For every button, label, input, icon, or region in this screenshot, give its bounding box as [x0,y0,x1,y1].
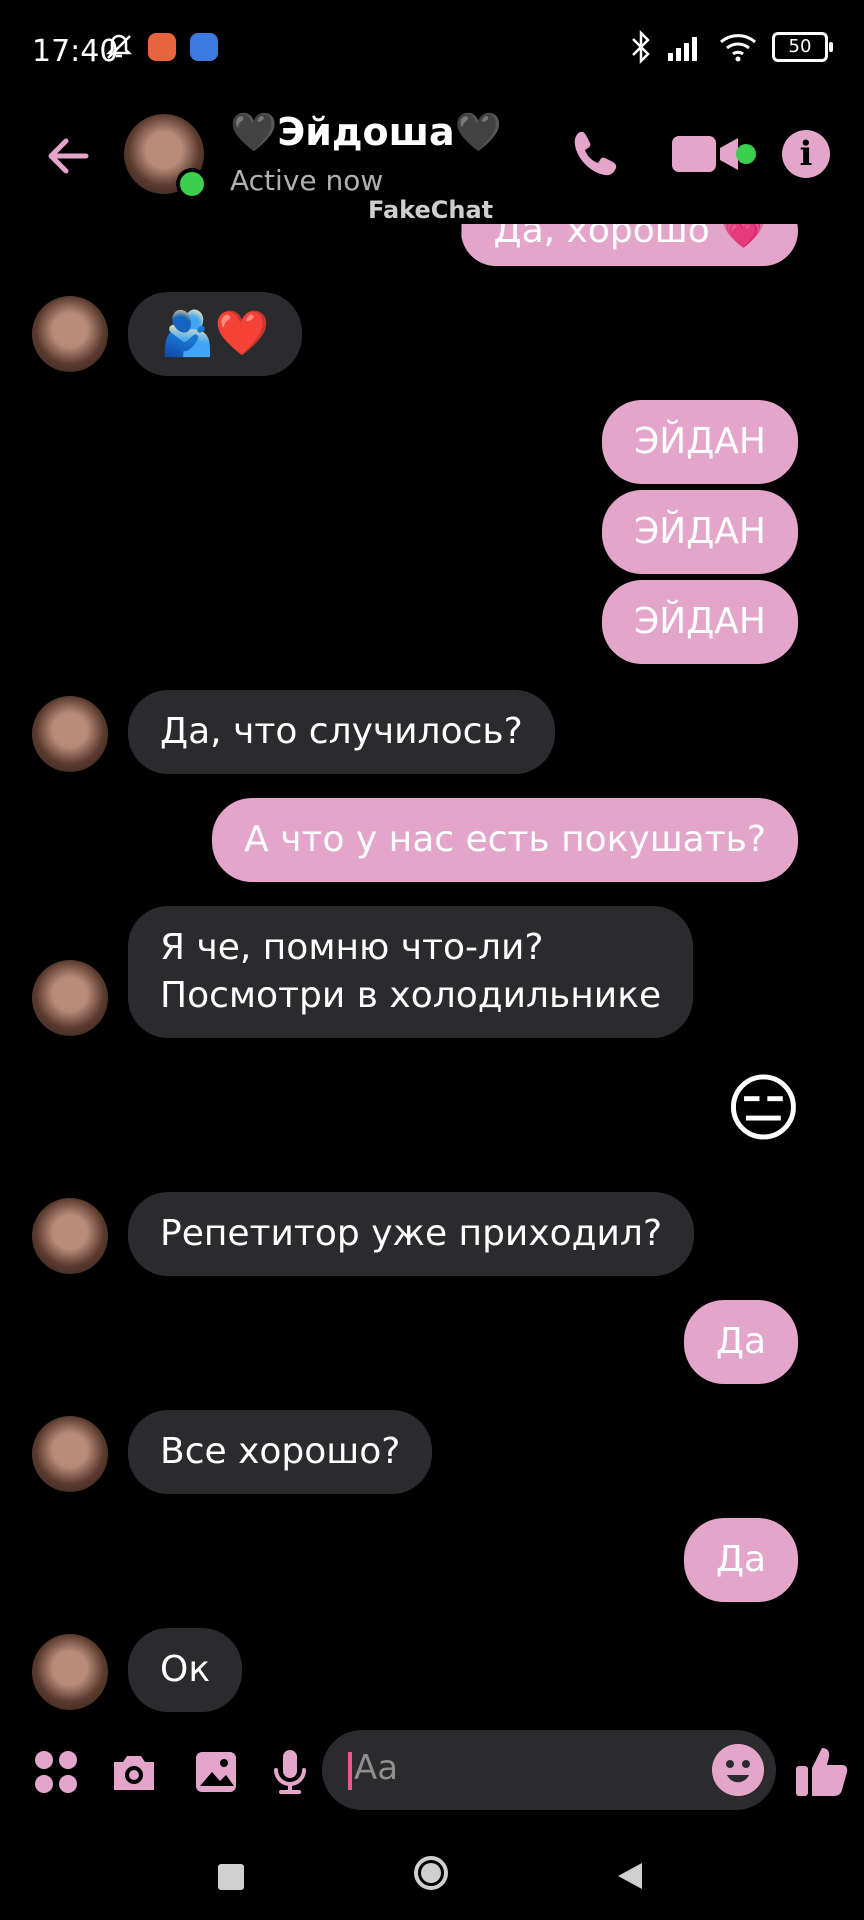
sender-avatar[interactable] [32,1416,108,1492]
gallery-icon[interactable] [190,1746,242,1798]
sender-avatar[interactable] [32,696,108,772]
outgoing-message[interactable]: Да [683,1300,798,1384]
emoji-message[interactable]: 😑 [725,1066,802,1152]
sender-avatar[interactable] [32,1198,108,1274]
bell-off-icon [105,34,133,59]
sender-avatar[interactable] [32,296,108,372]
video-active-dot [736,144,756,164]
back-arrow-icon[interactable] [40,128,96,184]
signal-icon [668,37,697,61]
outgoing-message[interactable]: ЭЙДАН [602,400,798,484]
apps-grid-icon[interactable] [30,1746,82,1798]
watermark-text: FakeChat [368,196,494,224]
microphone-icon[interactable] [264,1746,316,1798]
app-notification-icon [148,33,176,61]
incoming-message[interactable]: Ок [128,1628,243,1712]
wifi-icon [720,34,756,62]
outgoing-message[interactable]: Да [683,1518,798,1602]
thumbs-up-icon[interactable] [792,1740,854,1802]
sender-avatar[interactable] [32,960,108,1036]
app-notification-icon-2 [190,33,218,61]
contact-name[interactable]: 🖤Эйдоша🖤 [230,110,502,155]
back-button[interactable] [614,1860,646,1892]
outgoing-message[interactable]: ЭЙДАН [602,580,798,664]
status-icons-right: 50 [630,30,833,64]
video-camera-icon[interactable] [670,132,742,176]
recent-apps-button[interactable] [218,1864,244,1890]
message-input[interactable]: Aa [322,1730,776,1810]
contact-status: Active now [230,164,384,197]
incoming-message[interactable]: Да, что случилось? [128,690,555,774]
text-caret [348,1752,352,1790]
home-button[interactable] [414,1856,448,1890]
info-icon[interactable]: i [782,130,830,178]
outgoing-message[interactable]: А что у нас есть покушать? [212,798,798,882]
message-input-placeholder: Aa [354,1748,399,1788]
status-icons-left [104,32,218,62]
chat-header: 🖤Эйдоша🖤 Active now FakeChat i [0,100,864,224]
battery-indicator: 50 [772,32,833,62]
incoming-message[interactable]: Я че, помню что-ли? Посмотри в холодильн… [128,906,694,1038]
camera-icon[interactable] [108,1746,160,1798]
status-bar: 17:40 50 [0,0,864,100]
incoming-message[interactable]: 🫂❤️ [128,292,302,376]
home-button-inner [421,1863,441,1883]
online-indicator [176,168,208,200]
emoji-icon[interactable] [712,1744,764,1796]
message-composer: Aa [0,1712,864,1832]
bluetooth-icon [632,30,650,64]
incoming-message[interactable]: Все хорошо? [128,1410,433,1494]
incoming-message[interactable]: Репетитор уже приходил? [128,1192,695,1276]
sender-avatar[interactable] [32,1634,108,1710]
phone-icon[interactable] [566,124,626,184]
outgoing-message[interactable]: ЭЙДАН [602,490,798,574]
system-nav-bar [0,1832,864,1920]
